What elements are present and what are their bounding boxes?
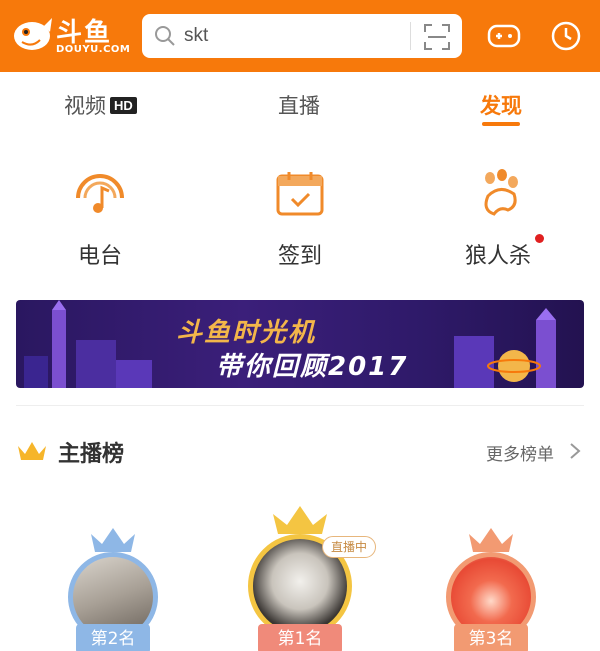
search-input[interactable] — [184, 14, 404, 58]
quick-entries: 电台 签到 狼人杀 — [0, 148, 600, 278]
ranking-title: 主播榜 — [58, 442, 125, 467]
top-bar: 斗鱼 DOUYU.COM — [0, 0, 600, 72]
banner-subtitle: 带你回顾2017 — [216, 352, 409, 382]
paw-icon — [484, 169, 518, 216]
entry-radio-label: 电台 — [77, 244, 122, 269]
radio-icon — [76, 174, 124, 213]
douyu-logo[interactable]: 斗鱼 DOUYU.COM — [10, 10, 130, 60]
tab-live[interactable]: 直播 — [278, 90, 320, 120]
live-status-badge: 直播中 — [322, 536, 376, 558]
tab-discover[interactable]: 发现 — [480, 90, 522, 120]
ranking-card-1[interactable]: 第1名 — [238, 500, 362, 651]
crown-silver-icon — [91, 528, 135, 552]
ranking-header: 主播榜 更多榜单 — [0, 430, 600, 470]
rank-label: 第3名 — [454, 624, 528, 651]
entry-werewolf[interactable]: 狼人杀 — [438, 148, 558, 278]
entry-radio[interactable]: 电台 — [40, 148, 160, 278]
logo-domain: DOUYU.COM — [56, 44, 131, 55]
search-bar[interactable] — [142, 14, 462, 58]
gamepad-icon[interactable] — [487, 22, 521, 50]
rank-label: 第2名 — [76, 624, 150, 651]
search-icon — [155, 26, 175, 46]
crown-icon — [18, 442, 46, 460]
ranking-card-3[interactable]: 第3名 — [436, 520, 546, 651]
history-clock-icon[interactable] — [550, 20, 582, 52]
entry-checkin-label: 签到 — [277, 244, 322, 269]
entry-checkin[interactable]: 签到 — [240, 148, 360, 278]
hd-badge: HD — [110, 97, 137, 114]
crown-gold-icon — [273, 506, 327, 534]
rank-label: 第1名 — [258, 624, 342, 651]
calendar-icon — [276, 172, 324, 216]
city-skyline-graphic — [24, 300, 152, 388]
section-divider — [16, 405, 584, 406]
active-tab-indicator — [482, 122, 520, 126]
tab-video[interactable]: 视频 HD — [64, 90, 137, 120]
fish-mascot-icon — [14, 18, 52, 50]
tab-video-label: 视频 — [64, 94, 106, 118]
promo-banner[interactable]: 斗鱼时光机 带你回顾2017 — [16, 300, 584, 388]
nav-tabs: 视频 HD 直播 发现 — [0, 72, 600, 138]
banner-title: 斗鱼时光机 — [176, 318, 317, 348]
more-rankings-link[interactable]: 更多榜单 — [486, 440, 554, 465]
search-divider — [410, 22, 411, 50]
time-machine-graphic — [454, 308, 556, 388]
crown-bronze-icon — [469, 528, 513, 552]
notification-dot — [535, 234, 544, 243]
chevron-right-icon[interactable] — [568, 442, 582, 460]
ranking-card-2[interactable]: 第2名 — [58, 520, 168, 651]
scan-icon[interactable] — [424, 24, 450, 50]
